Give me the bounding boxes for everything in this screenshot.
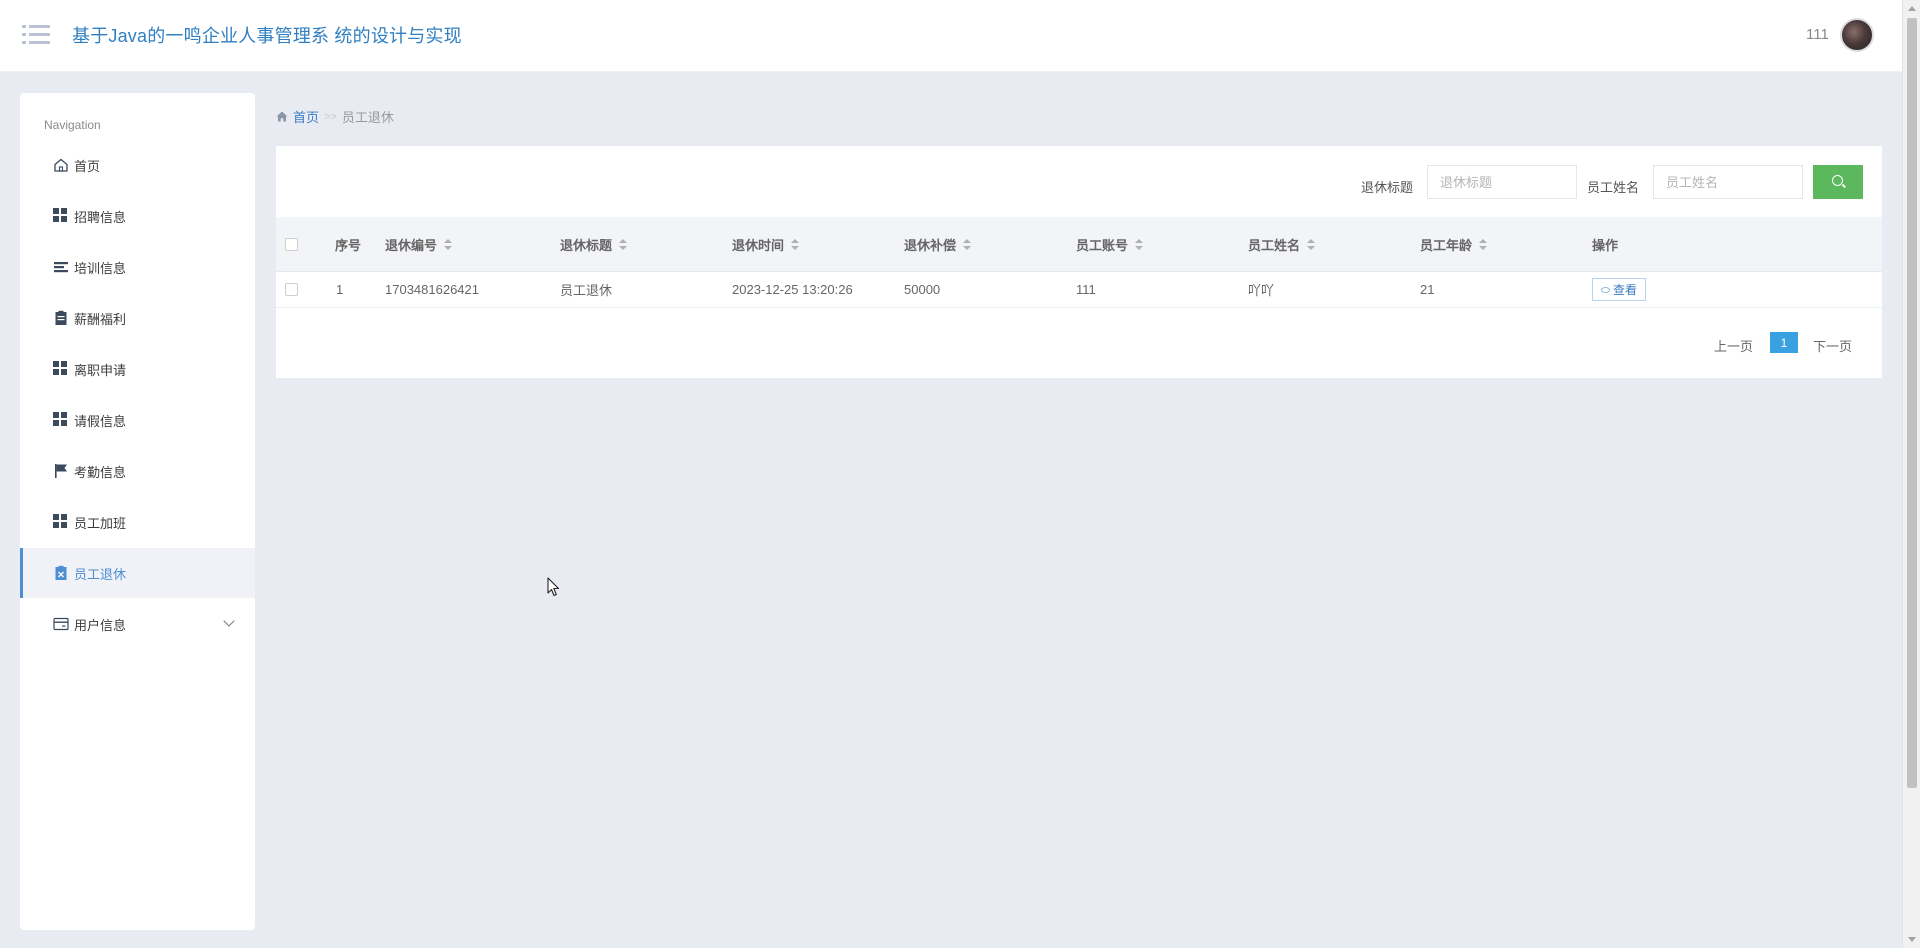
table-row: 1 1703481626421 员工退休 2023-12-25 13:20:26… (276, 272, 1882, 308)
flag-icon (55, 464, 67, 478)
breadcrumb-current: 员工退休 (341, 110, 394, 125)
sidebar-item-label: 离职申请 (74, 362, 127, 378)
row-checkbox-cell (285, 272, 298, 307)
sort-icon[interactable] (444, 238, 453, 250)
sidebar: Navigation 首页 招聘信息 培训信息 薪酬福利 离职申请 请假信息 考… (20, 93, 255, 930)
sort-icon[interactable] (1135, 238, 1144, 250)
view-button[interactable]: 查看 (1592, 278, 1647, 301)
sidebar-item-label: 员工加班 (74, 515, 127, 531)
grid-icon (53, 208, 69, 224)
search-icon (1832, 175, 1843, 186)
sidebar-item-label: 薪酬福利 (74, 311, 127, 327)
breadcrumb-separator: >> (324, 110, 337, 123)
sort-icon[interactable] (963, 238, 972, 250)
cell-account: 111 (1076, 282, 1096, 297)
column-header-action: 操作 (1592, 237, 1619, 253)
sort-icon[interactable] (1479, 238, 1488, 250)
avatar[interactable] (1840, 18, 1874, 52)
sidebar-item-label: 首页 (74, 158, 101, 174)
sidebar-item-training[interactable]: 培训信息 (20, 242, 255, 292)
sidebar-item-label: 员工退休 (74, 566, 127, 582)
cell-age: 21 (1420, 282, 1435, 297)
search-title-input[interactable] (1427, 165, 1577, 199)
clipboard-icon (55, 310, 67, 325)
cell-time: 2023-12-25 13:20:26 (732, 282, 853, 297)
home-icon (54, 158, 68, 172)
page-scrollbar[interactable] (1902, 0, 1920, 948)
sidebar-item-home[interactable]: 首页 (20, 140, 255, 190)
sidebar-item-salary[interactable]: 薪酬福利 (20, 293, 255, 343)
search-button[interactable] (1813, 165, 1863, 199)
sidebar-item-label: 招聘信息 (74, 209, 127, 225)
top-header: 基于Java的一鸣企业人事管理系 统的设计与实现 111 (0, 0, 1902, 72)
list-icon (54, 262, 68, 273)
search-name-input[interactable] (1653, 165, 1803, 199)
eye-icon (1601, 286, 1610, 293)
content-panel: 退休标题 员工姓名 序号 退休编号 退休标题 退休时间 退休补偿 员工账号 员工… (276, 146, 1882, 378)
pagination-next[interactable]: 下一页 (1813, 336, 1852, 355)
sidebar-item-resignation[interactable]: 离职申请 (20, 344, 255, 394)
sidebar-item-retirement[interactable]: 员工退休 (20, 548, 255, 598)
pagination-page-current[interactable]: 1 (1770, 332, 1798, 353)
cell-name: 吖吖 (1248, 283, 1275, 298)
user-name[interactable]: 111 (1806, 26, 1829, 43)
card-icon (53, 617, 69, 631)
menu-toggle-icon[interactable] (22, 24, 50, 46)
chevron-down-icon (223, 615, 235, 627)
sidebar-item-label: 培训信息 (74, 260, 127, 276)
cell-title: 员工退休 (560, 283, 613, 298)
column-header-compensation[interactable]: 退休补偿 (904, 217, 972, 271)
cell-compensation: 50000 (904, 282, 941, 297)
scrollbar-thumb[interactable] (1907, 18, 1917, 788)
sidebar-item-overtime[interactable]: 员工加班 (20, 497, 255, 547)
app-title: 基于Java的一鸣企业人事管理系 统的设计与实现 (72, 26, 462, 46)
sidebar-item-label: 请假信息 (74, 413, 127, 429)
nav-heading: Navigation (44, 118, 101, 132)
home-icon (276, 111, 288, 122)
sidebar-item-users[interactable]: 用户信息 (20, 599, 255, 649)
sort-icon[interactable] (619, 238, 628, 250)
table-header: 序号 退休编号 退休标题 退休时间 退休补偿 员工账号 员工姓名 员工年龄 操作 (276, 217, 1882, 272)
column-header-title[interactable]: 退休标题 (560, 217, 628, 271)
grid-icon (53, 412, 69, 428)
select-all-checkbox[interactable] (285, 237, 298, 251)
search-name-label: 员工姓名 (1587, 180, 1640, 195)
select-all-checkbox-cell (285, 217, 298, 271)
sidebar-item-attendance[interactable]: 考勤信息 (20, 446, 255, 496)
sidebar-item-leave[interactable]: 请假信息 (20, 395, 255, 445)
column-header-age[interactable]: 员工年龄 (1420, 217, 1488, 271)
mouse-cursor-icon (547, 577, 560, 597)
scroll-down-icon[interactable] (1908, 937, 1916, 942)
search-title-label: 退休标题 (1361, 180, 1414, 195)
clipboard-x-icon (55, 565, 67, 580)
grid-icon (53, 514, 69, 530)
scroll-up-icon[interactable] (1908, 6, 1916, 11)
sidebar-item-label: 用户信息 (74, 617, 127, 633)
sidebar-item-recruitment[interactable]: 招聘信息 (20, 191, 255, 241)
column-header-time[interactable]: 退休时间 (732, 217, 800, 271)
sidebar-item-label: 考勤信息 (74, 464, 127, 480)
column-header-index: 序号 (335, 237, 362, 253)
cell-action: 查看 (1592, 272, 1647, 307)
row-checkbox[interactable] (285, 283, 298, 296)
breadcrumb-home[interactable]: 首页 (293, 107, 319, 126)
column-header-code[interactable]: 退休编号 (385, 217, 453, 271)
cell-code: 1703481626421 (385, 282, 479, 297)
column-header-name[interactable]: 员工姓名 (1248, 217, 1316, 271)
breadcrumb: 首页 >> 员工退休 (276, 107, 394, 126)
sort-icon[interactable] (791, 238, 800, 250)
sort-icon[interactable] (1307, 238, 1316, 250)
grid-icon (53, 361, 69, 377)
pagination-prev[interactable]: 上一页 (1714, 336, 1753, 355)
cell-index: 1 (336, 282, 344, 297)
column-header-account[interactable]: 员工账号 (1076, 217, 1144, 271)
